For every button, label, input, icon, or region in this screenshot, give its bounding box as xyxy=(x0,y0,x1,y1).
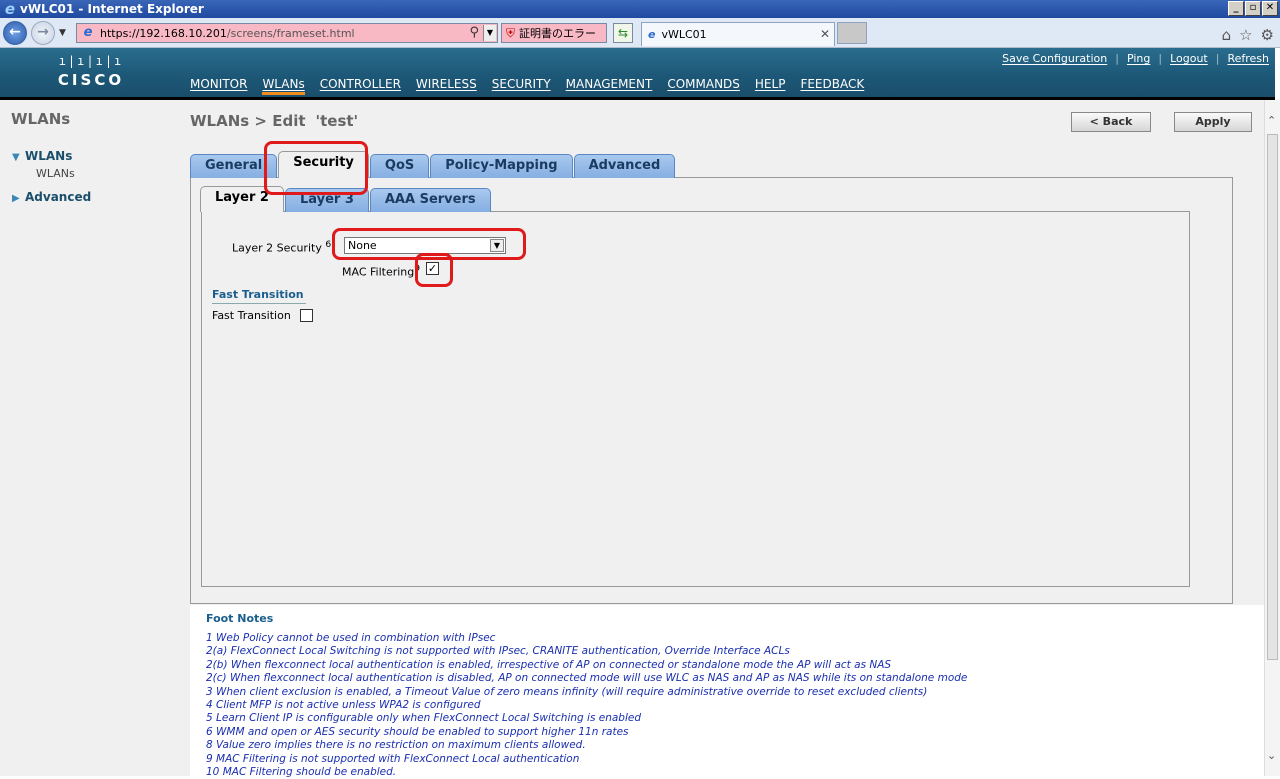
fast-transition-checkbox[interactable] xyxy=(300,309,313,322)
minimize-button[interactable]: _ xyxy=(1228,1,1244,16)
main-nav: MONITOR WLANs CONTROLLER WIRELESS SECURI… xyxy=(190,77,879,95)
footnote-item: 3 When client exclusion is enabled, a Ti… xyxy=(206,685,928,698)
back-button[interactable]: < Back xyxy=(1071,112,1151,132)
tab-advanced[interactable]: Advanced xyxy=(573,154,676,178)
refresh-link[interactable]: Refresh xyxy=(1227,52,1269,65)
browser-tab[interactable]: e vWLC01 ✕ xyxy=(641,22,835,46)
gear-icon[interactable]: ⚙ xyxy=(1261,26,1274,44)
favorites-star-icon[interactable]: ☆ xyxy=(1239,26,1252,44)
wlan-name: 'test' xyxy=(315,112,359,130)
footnotes-heading: Foot Notes xyxy=(206,612,274,625)
cisco-bars-icon: ı|ı|ı|ı xyxy=(58,54,124,68)
address-bar[interactable]: e https://192.168.10.201/screens/framese… xyxy=(76,23,498,43)
sidebar-group-advanced[interactable]: ▶ Advanced xyxy=(12,190,91,204)
address-dropdown-icon[interactable]: ▼ xyxy=(483,25,496,41)
back-arrow-icon[interactable]: ← xyxy=(3,21,27,45)
save-configuration-link[interactable]: Save Configuration xyxy=(1002,52,1107,65)
sidebar-item-wlans[interactable]: WLANs xyxy=(36,167,75,180)
annotation-mac-filtering xyxy=(415,253,453,287)
wlan-tabs: General Security QoS Policy-Mapping Adva… xyxy=(190,151,676,178)
close-window-button[interactable]: ✕ xyxy=(1262,1,1278,16)
close-tab-icon[interactable]: ✕ xyxy=(820,27,830,41)
logout-link[interactable]: Logout xyxy=(1170,52,1208,65)
fast-transition-label: Fast Transition xyxy=(212,309,291,322)
footnotes: Foot Notes 1 Web Policy cannot be used i… xyxy=(190,605,1264,779)
forward-arrow-icon[interactable]: → xyxy=(31,21,55,45)
wlc-header: ı|ı|ı|ı CISCO Save Configuration | Ping … xyxy=(0,48,1275,100)
nav-monitor[interactable]: MONITOR xyxy=(190,77,247,95)
page-title: WLANs > Edit'test' xyxy=(190,112,359,130)
new-tab-button[interactable] xyxy=(837,22,867,44)
ping-link[interactable]: Ping xyxy=(1127,52,1150,65)
footnote-item: 9 MAC Filtering is not supported with Fl… xyxy=(206,752,580,765)
browser-tools: ⌂ ☆ ⚙ xyxy=(1222,26,1274,44)
recent-pages-dropdown-icon[interactable]: ▼ xyxy=(59,28,66,38)
restore-button[interactable]: ▫ xyxy=(1245,1,1261,16)
layer2-security-label: Layer 2 Security 6 xyxy=(232,239,332,255)
nav-help[interactable]: HELP xyxy=(755,77,786,95)
browser-title-bar: e vWLC01 - Internet Explorer _ ▫ ✕ xyxy=(0,0,1280,18)
nav-wireless[interactable]: WIRELESS xyxy=(416,77,477,95)
sidebar: WLANs ▼ WLANs WLANs ▶ Advanced xyxy=(0,100,178,776)
mac-filtering-label: MAC Filtering9 xyxy=(342,263,421,279)
footnote-item: 4 Client MFP is not active unless WPA2 i… xyxy=(206,699,481,712)
scroll-down-icon[interactable]: ⌄ xyxy=(1267,749,1276,762)
nav-commands[interactable]: COMMANDS xyxy=(667,77,740,95)
footnote-item: 8 Value zero implies there is no restric… xyxy=(206,739,586,752)
apply-button[interactable]: Apply xyxy=(1174,112,1252,132)
nav-controller[interactable]: CONTROLLER xyxy=(320,77,401,95)
tab-policy-mapping[interactable]: Policy-Mapping xyxy=(430,154,573,178)
annotation-security-tab xyxy=(264,141,368,195)
footnote-item: 1 Web Policy cannot be used in combinati… xyxy=(206,632,496,644)
footnote-item: 2(a) FlexConnect Local Switching is not … xyxy=(206,645,790,658)
tab-page-icon: e xyxy=(648,28,656,41)
scroll-thumb[interactable] xyxy=(1267,134,1278,660)
sidebar-group-wlans[interactable]: ▼ WLANs xyxy=(12,149,72,163)
refresh-icon[interactable]: ⇆ xyxy=(613,23,633,43)
sidebar-heading: WLANs xyxy=(11,110,71,128)
certificate-error-badge[interactable]: ⛨ 証明書のエラー xyxy=(501,23,607,43)
ie-logo-icon: e xyxy=(4,0,16,18)
vertical-scrollbar[interactable]: ⌃ ⌄ xyxy=(1264,100,1280,776)
address-url[interactable]: https://192.168.10.201/screens/frameset.… xyxy=(100,27,355,40)
fast-transition-heading: Fast Transition xyxy=(212,288,306,304)
subtab-aaa-servers[interactable]: AAA Servers xyxy=(369,188,491,212)
shield-error-icon: ⛨ xyxy=(506,25,516,40)
footnote-item: 6 WMM and open or AES security should be… xyxy=(206,725,629,738)
home-icon[interactable]: ⌂ xyxy=(1222,26,1232,44)
scroll-up-icon[interactable]: ⌃ xyxy=(1267,114,1276,127)
tab-qos[interactable]: QoS xyxy=(369,154,430,178)
collapsed-triangle-icon: ▶ xyxy=(12,193,20,204)
footnote-item: 10 MAC Filtering should be enabled. xyxy=(206,766,397,779)
page-icon: e xyxy=(83,25,93,40)
nav-wlans[interactable]: WLANs xyxy=(262,77,305,95)
footnote-item: 2(b) When flexconnect local authenticati… xyxy=(206,658,892,671)
search-icon[interactable]: ⚲ xyxy=(469,25,479,40)
nav-feedback[interactable]: FEEDBACK xyxy=(800,77,864,95)
footnote-item: 5 Learn Client IP is configurable only w… xyxy=(206,712,642,725)
nav-security[interactable]: SECURITY xyxy=(492,77,551,95)
main-content: WLANs > Edit'test' < Back Apply General … xyxy=(178,100,1264,779)
window-controls: _ ▫ ✕ xyxy=(1228,1,1278,16)
nav-management[interactable]: MANAGEMENT xyxy=(566,77,653,95)
cisco-logo: ı|ı|ı|ı CISCO xyxy=(55,54,127,89)
footnotes-list: 1 Web Policy cannot be used in combinati… xyxy=(206,632,967,779)
expanded-triangle-icon: ▼ xyxy=(12,152,20,163)
browser-toolbar: ← → ▼ e https://192.168.10.201/screens/f… xyxy=(0,18,1280,48)
header-links: Save Configuration | Ping | Logout | Ref… xyxy=(1002,52,1269,65)
tab-title: vWLC01 xyxy=(661,28,707,41)
footnote-item: 2(c) When flexconnect local authenticati… xyxy=(206,672,968,685)
window-title: vWLC01 - Internet Explorer xyxy=(20,2,204,16)
